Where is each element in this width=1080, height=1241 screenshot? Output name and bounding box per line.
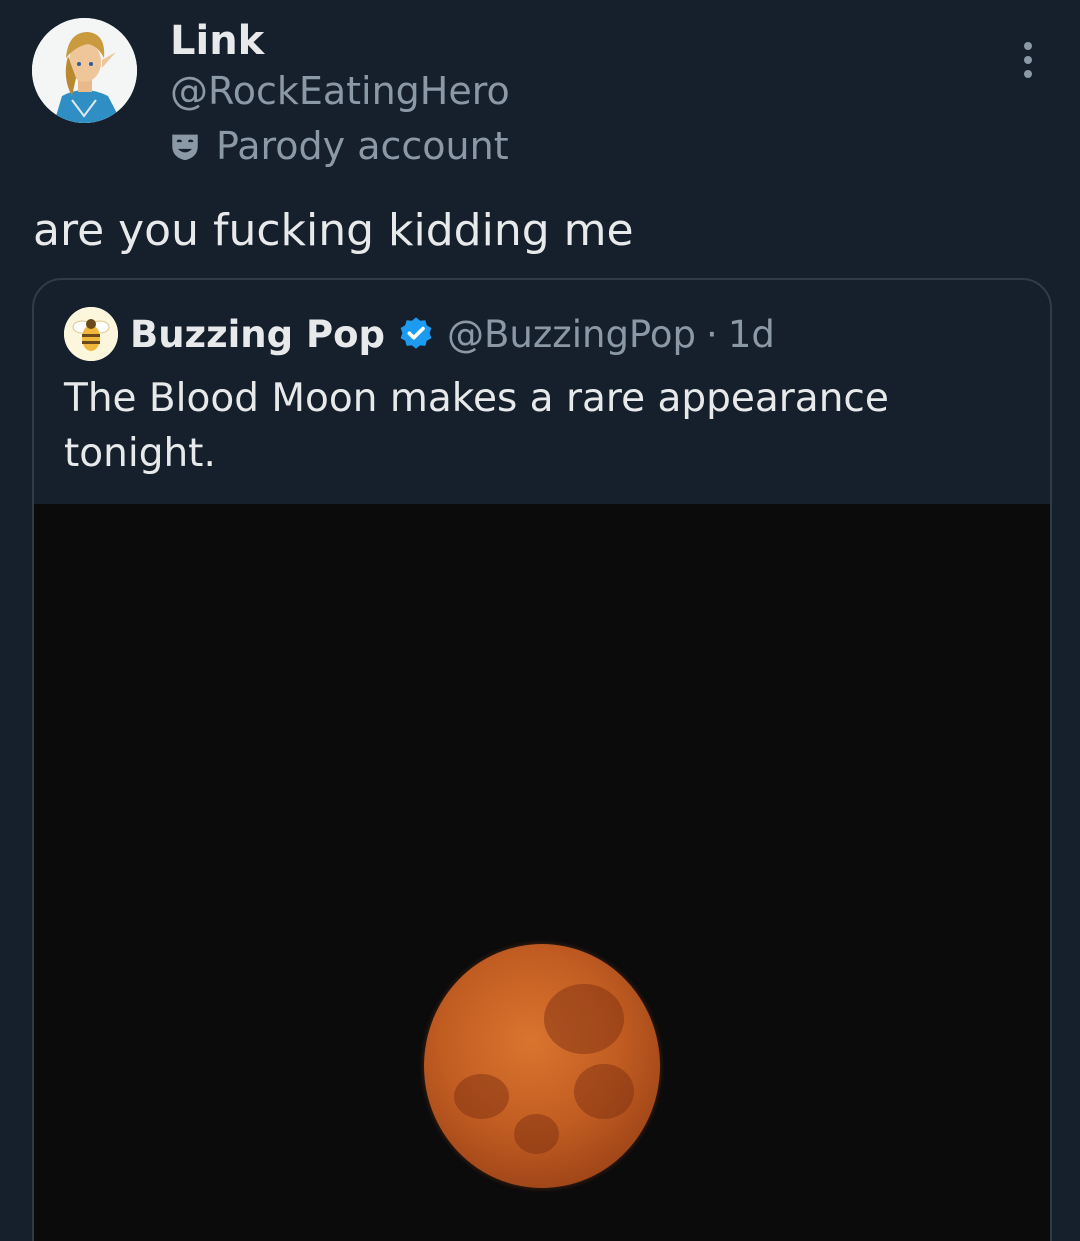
author-display-name[interactable]: Link bbox=[170, 16, 264, 66]
quoted-tweet-header: Buzzing Pop @BuzzingPop · 1d bbox=[64, 304, 775, 364]
blood-moon-image bbox=[424, 944, 660, 1188]
quoted-tweet-card[interactable]: Buzzing Pop @BuzzingPop · 1d The Blood M… bbox=[32, 278, 1052, 1241]
tweet-view: Link @RockEatingHero Parody account are … bbox=[0, 0, 1080, 1241]
theater-mask-icon bbox=[172, 134, 198, 161]
parody-label-text: Parody account bbox=[216, 124, 509, 168]
more-dot-icon bbox=[1024, 70, 1032, 78]
more-dot-icon bbox=[1024, 56, 1032, 64]
verified-badge-icon bbox=[400, 317, 432, 349]
quoted-tweet-image[interactable] bbox=[34, 504, 1050, 1241]
more-options-button[interactable] bbox=[1006, 38, 1050, 82]
quoted-tweet-timestamp[interactable]: 1d bbox=[728, 313, 775, 356]
quoted-author-handle[interactable]: @BuzzingPop bbox=[447, 313, 696, 356]
author-avatar[interactable] bbox=[32, 18, 137, 123]
parody-account-label: Parody account bbox=[168, 121, 509, 171]
author-handle[interactable]: @RockEatingHero bbox=[170, 67, 510, 115]
character-portrait-icon bbox=[32, 18, 137, 123]
separator-dot: · bbox=[706, 312, 718, 356]
quoted-tweet-text: The Blood Moon makes a rare appearance t… bbox=[64, 376, 889, 476]
tweet-text: are you fucking kidding me bbox=[33, 205, 634, 256]
quoted-author-avatar[interactable] bbox=[64, 307, 118, 361]
more-dot-icon bbox=[1024, 42, 1032, 50]
quoted-author-display-name[interactable]: Buzzing Pop bbox=[130, 313, 385, 356]
bee-icon bbox=[64, 307, 118, 361]
